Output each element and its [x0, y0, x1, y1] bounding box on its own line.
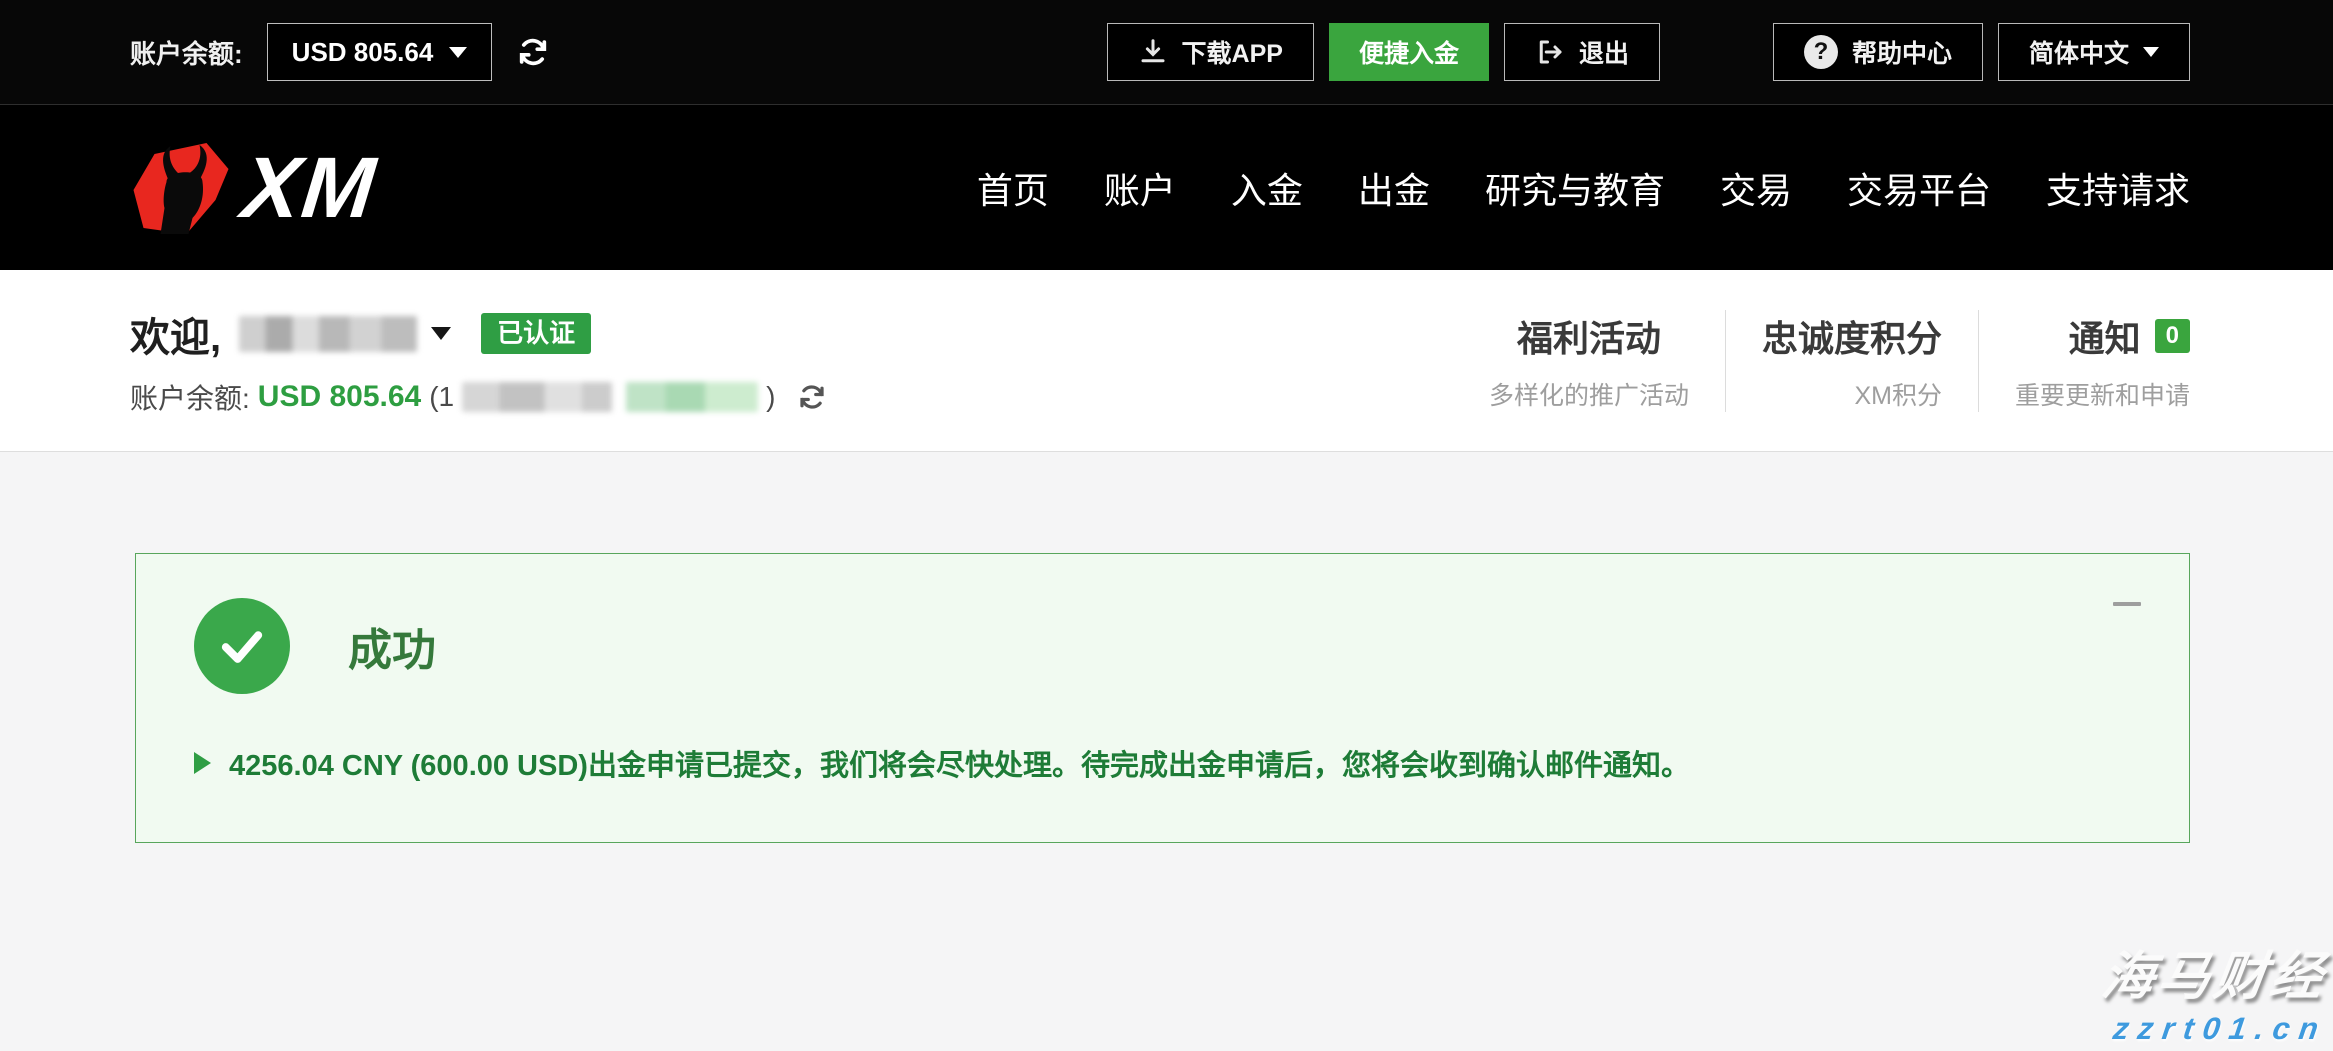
redacted-username[interactable] [239, 316, 417, 352]
main-nav-items: 首页 账户 入金 出金 研究与教育 交易 交易平台 支持请求 [977, 162, 2190, 214]
welcome-quick-links: 福利活动 多样化的推广活动 忠诚度积分 XM积分 通知 0 重要更新和申请 [1453, 310, 2190, 412]
welcome-user-block: 欢迎, 已认证 账户余额: USD 805.64 (1 ) [130, 305, 827, 417]
promotions-title: 福利活动 [1517, 310, 1661, 362]
balance-value: USD 805.64 [292, 37, 434, 68]
redacted-account-number [462, 382, 612, 412]
xm-logo[interactable]: XM [128, 138, 376, 238]
notifications-link[interactable]: 通知 0 重要更新和申请 [1978, 310, 2190, 412]
loyalty-points-link[interactable]: 忠诚度积分 XM积分 [1725, 310, 1978, 412]
greeting-text: 欢迎, [130, 305, 221, 363]
nav-item-platforms[interactable]: 交易平台 [1847, 162, 1991, 214]
balance-label: 账户余额: [130, 34, 243, 71]
account-balance-group: 账户余额: USD 805.64 [130, 23, 550, 81]
quick-deposit-button[interactable]: 便捷入金 [1329, 23, 1489, 81]
collapse-minus-icon[interactable] [2113, 602, 2141, 606]
help-icon: ? [1804, 35, 1838, 69]
language-dropdown[interactable]: 简体中文 [1998, 23, 2190, 81]
download-app-label: 下载APP [1182, 34, 1283, 70]
nav-item-trading[interactable]: 交易 [1720, 162, 1792, 214]
loyalty-title: 忠诚度积分 [1762, 310, 1942, 362]
balance-refresh-icon[interactable] [797, 382, 827, 412]
welcome-balance-value: USD 805.64 [258, 380, 421, 414]
success-alert-panel: 成功 4256.04 CNY (600.00 USD)出金申请已提交，我们将会尽… [135, 553, 2190, 843]
logout-label: 退出 [1579, 34, 1629, 70]
main-navbar: XM 首页 账户 入金 出金 研究与教育 交易 交易平台 支持请求 [0, 105, 2333, 270]
refresh-icon[interactable] [516, 35, 550, 69]
language-label: 简体中文 [2029, 34, 2129, 70]
download-app-button[interactable]: 下载APP [1107, 23, 1314, 81]
notifications-title: 通知 [2069, 310, 2141, 362]
account-number-prefix: (1 [429, 381, 454, 413]
notifications-count-badge: 0 [2155, 319, 2190, 353]
logout-icon [1535, 37, 1565, 67]
welcome-strip: 欢迎, 已认证 账户余额: USD 805.64 (1 ) 福利活动 多样化的推… [0, 270, 2333, 452]
success-title: 成功 [348, 614, 436, 678]
nav-item-home[interactable]: 首页 [977, 162, 1049, 214]
main-content: 成功 4256.04 CNY (600.00 USD)出金申请已提交，我们将会尽… [0, 452, 2333, 1051]
welcome-balance-label: 账户余额: [130, 377, 250, 417]
bullet-triangle-icon [194, 752, 211, 774]
download-icon [1138, 37, 1168, 67]
balance-dropdown[interactable]: USD 805.64 [267, 23, 493, 81]
top-utility-bar: 账户余额: USD 805.64 下载APP 便捷入金 [0, 0, 2333, 105]
nav-item-support[interactable]: 支持请求 [2046, 162, 2190, 214]
notifications-subtitle: 重要更新和申请 [2015, 376, 2190, 412]
verified-badge: 已认证 [481, 313, 591, 354]
promotions-link[interactable]: 福利活动 多样化的推广活动 [1453, 310, 1725, 412]
nav-item-account[interactable]: 账户 [1104, 162, 1176, 214]
account-number-suffix: ) [766, 381, 775, 413]
nav-item-deposit[interactable]: 入金 [1231, 162, 1303, 214]
loyalty-subtitle: XM积分 [1762, 376, 1942, 412]
quick-deposit-label: 便捷入金 [1359, 34, 1459, 70]
logo-text: XM [238, 145, 380, 231]
success-message: 4256.04 CNY (600.00 USD)出金申请已提交，我们将会尽快处理… [229, 742, 1690, 784]
chevron-down-icon [449, 47, 467, 58]
promotions-subtitle: 多样化的推广活动 [1489, 376, 1689, 412]
logout-button[interactable]: 退出 [1504, 23, 1660, 81]
nav-item-research-education[interactable]: 研究与教育 [1485, 162, 1665, 214]
help-center-button[interactable]: ? 帮助中心 [1773, 23, 1983, 81]
success-check-icon [194, 598, 290, 694]
top-actions-group: 下载APP 便捷入金 退出 ? 帮助中心 简体中文 [1107, 23, 2190, 81]
help-center-label: 帮助中心 [1852, 34, 1952, 70]
redacted-account-type [626, 382, 758, 412]
user-dropdown-caret-icon[interactable] [431, 327, 451, 340]
nav-item-withdraw[interactable]: 出金 [1358, 162, 1430, 214]
xm-bull-icon [128, 138, 233, 238]
chevron-down-icon [2143, 47, 2159, 57]
